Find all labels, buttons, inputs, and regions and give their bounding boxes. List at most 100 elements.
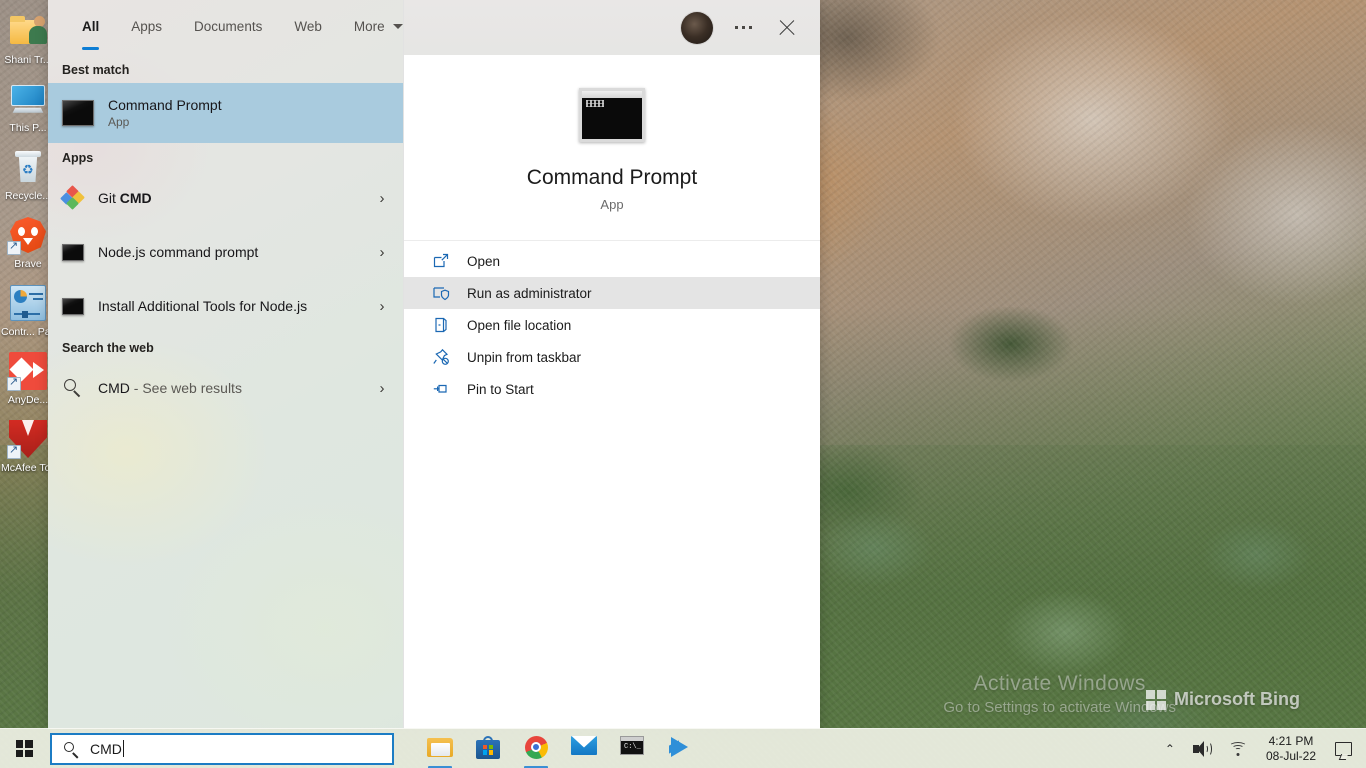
- app-hero-section: Command Prompt App: [404, 55, 820, 241]
- search-results-pane: All Apps Documents Web More Best match C…: [48, 0, 403, 729]
- action-pin-to-start[interactable]: Pin to Start: [404, 373, 820, 405]
- tab-label: More: [353, 19, 385, 34]
- chevron-right-icon[interactable]: ›: [375, 380, 389, 397]
- system-tray: ⌃ 4:21 PM 08-Jul-22: [1156, 729, 1366, 768]
- search-filter-tabs: All Apps Documents Web More: [48, 0, 403, 55]
- show-hidden-icons-button[interactable]: ⌃: [1156, 729, 1184, 768]
- app-action-list: Open Run as administrator Open file loca…: [404, 241, 820, 405]
- search-input-value-wrap: CMD: [90, 740, 124, 757]
- close-icon[interactable]: [774, 15, 800, 41]
- action-run-as-administrator[interactable]: Run as administrator: [404, 277, 820, 309]
- shortcut-arrow-icon: [7, 443, 21, 459]
- control-panel-icon: [7, 282, 49, 324]
- result-title-match: CMD: [119, 190, 152, 206]
- folder-open-icon: [432, 316, 450, 334]
- user-avatar[interactable]: [681, 11, 713, 44]
- detail-top-bar: [404, 0, 820, 55]
- microsoft-store-icon: [476, 735, 500, 759]
- taskbar-app-command-prompt[interactable]: C:\_: [608, 729, 656, 768]
- microsoft-bing-brand: Microsoft Bing: [1146, 689, 1300, 710]
- clock-time: 4:21 PM: [1268, 733, 1314, 748]
- command-prompt-icon: [62, 243, 84, 261]
- action-open-file-location[interactable]: Open file location: [404, 309, 820, 341]
- app-detail-pane: Command Prompt App Open Run as administr…: [403, 0, 820, 729]
- shortcut-arrow-icon: [7, 375, 21, 391]
- tab-label: Apps: [131, 19, 163, 34]
- section-header-apps: Apps: [62, 151, 94, 165]
- chevron-right-icon[interactable]: ›: [375, 244, 389, 261]
- windows-start-icon[interactable]: [0, 729, 48, 768]
- taskbar-app-vscode[interactable]: [656, 729, 704, 768]
- search-icon: [63, 741, 79, 758]
- desktop-icon-label: Shani Tr...: [4, 54, 52, 66]
- command-prompt-icon: C:\_: [620, 735, 644, 755]
- action-center-button[interactable]: [1326, 729, 1360, 768]
- action-label: Open file location: [467, 317, 572, 333]
- chevron-right-icon[interactable]: ›: [375, 190, 389, 207]
- result-row-best-match[interactable]: Command Prompt App: [48, 83, 403, 143]
- tab-more[interactable]: More: [340, 11, 403, 44]
- git-cmd-icon: [60, 185, 85, 210]
- bing-brand-label: Microsoft Bing: [1174, 689, 1300, 709]
- network-button[interactable]: [1220, 729, 1256, 768]
- unpin-icon: [432, 348, 450, 366]
- command-prompt-icon: [62, 100, 94, 126]
- more-options-icon[interactable]: [735, 26, 752, 29]
- chrome-icon: [524, 735, 548, 759]
- result-row-nodejs-command-prompt[interactable]: Node.js command prompt ›: [48, 225, 403, 279]
- tab-all[interactable]: All: [68, 11, 113, 50]
- tab-documents[interactable]: Documents: [180, 11, 276, 44]
- shortcut-arrow-icon: [7, 239, 21, 255]
- notification-icon: [1334, 741, 1352, 756]
- tab-web[interactable]: Web: [280, 11, 336, 44]
- clock[interactable]: 4:21 PM 08-Jul-22: [1256, 734, 1326, 764]
- tab-apps[interactable]: Apps: [117, 11, 176, 44]
- taskbar-app-microsoft-store[interactable]: [464, 729, 512, 768]
- recycle-bin-icon: ♻: [7, 146, 49, 188]
- file-explorer-icon: [427, 736, 453, 758]
- app-type: App: [600, 197, 624, 212]
- result-subtitle: App: [108, 115, 130, 129]
- taskbar-app-file-explorer[interactable]: [416, 729, 464, 768]
- taskbar: CMD C:\_ ⌃ 4:21 PM 08-Jul-22: [0, 728, 1366, 768]
- desktop-icon-label: AnyDe...: [7, 394, 49, 406]
- result-row-git-cmd[interactable]: Git CMD ›: [48, 171, 403, 225]
- command-prompt-icon: [579, 88, 645, 142]
- pin-icon: [432, 380, 450, 398]
- volume-button[interactable]: [1184, 729, 1220, 768]
- chevron-up-icon: ⌃: [1164, 741, 1175, 756]
- action-label: Open: [467, 253, 501, 269]
- web-result-suffix: - See web results: [129, 380, 242, 396]
- result-title: Git CMD: [98, 190, 361, 206]
- result-row-web-search[interactable]: CMD - See web results ›: [48, 361, 403, 415]
- action-label: Run as administrator: [467, 285, 592, 301]
- desktop-icon-label: Brave: [14, 258, 42, 270]
- chevron-right-icon[interactable]: ›: [375, 298, 389, 315]
- clock-date: 08-Jul-22: [1265, 748, 1316, 763]
- tab-label: Web: [294, 19, 322, 34]
- vscode-icon: [668, 736, 692, 758]
- action-label: Unpin from taskbar: [467, 349, 582, 365]
- search-flyout-window: All Apps Documents Web More Best match C…: [48, 0, 820, 729]
- result-row-install-additional-tools[interactable]: Install Additional Tools for Node.js ›: [48, 279, 403, 333]
- desktop-icon-label: Recycle...: [4, 190, 52, 202]
- tab-label: Documents: [194, 19, 263, 34]
- chevron-down-icon: [392, 24, 403, 29]
- search-input[interactable]: CMD: [50, 732, 394, 765]
- taskbar-app-mail[interactable]: [560, 729, 608, 768]
- brave-browser-icon: [7, 214, 49, 256]
- mail-icon: [571, 735, 597, 755]
- result-title: Command Prompt: [108, 97, 222, 113]
- taskbar-app-chrome[interactable]: [512, 729, 560, 768]
- search-icon: [62, 377, 84, 399]
- text-cursor: [122, 740, 124, 757]
- windows-logo-icon: [1146, 689, 1166, 710]
- action-unpin-from-taskbar[interactable]: Unpin from taskbar: [404, 341, 820, 373]
- result-title-prefix: Git: [98, 190, 120, 206]
- web-query-text: CMD: [98, 380, 130, 396]
- desktop-icon-label: McAfee Total Pr...: [1, 462, 55, 474]
- action-label: Pin to Start: [467, 381, 534, 397]
- command-prompt-icon: [62, 297, 84, 315]
- desktop-icon-label: This P...: [9, 122, 47, 134]
- action-open[interactable]: Open: [404, 245, 820, 277]
